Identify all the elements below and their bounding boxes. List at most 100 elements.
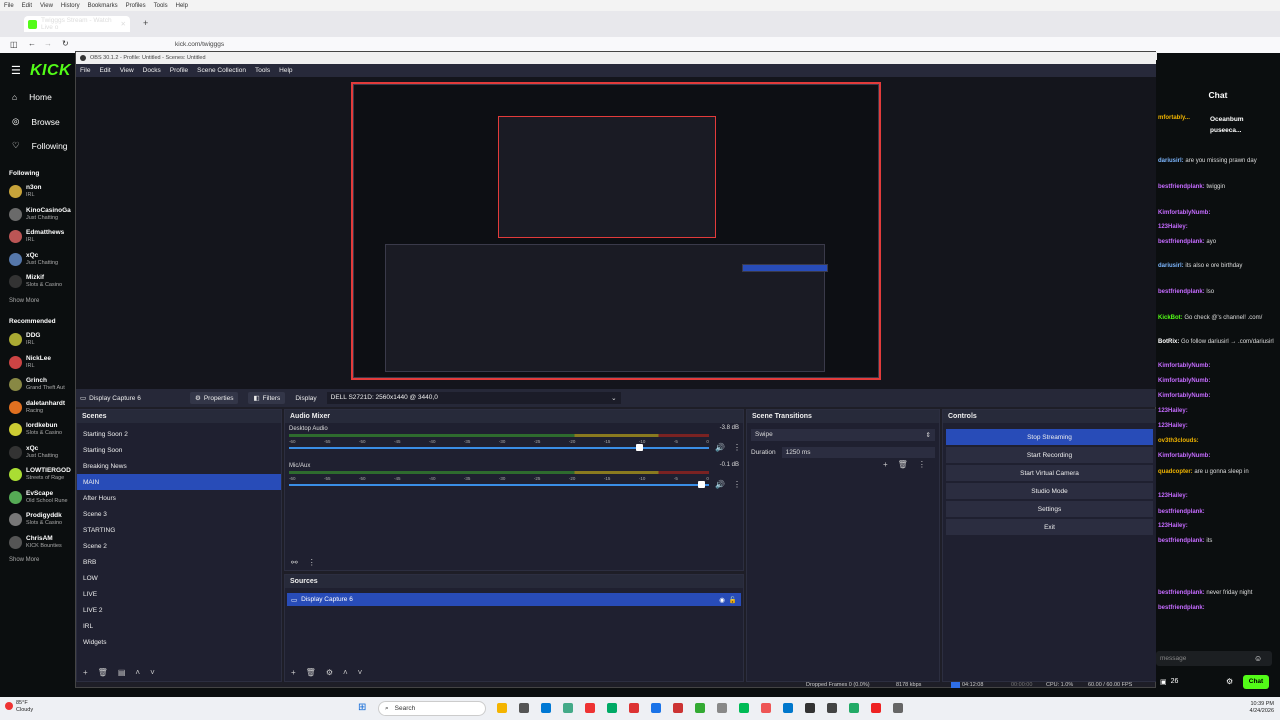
scene-item[interactable]: STARTING xyxy=(77,522,281,538)
chat-username[interactable]: dariusirl: xyxy=(1158,263,1184,269)
close-tab-icon[interactable]: ✕ xyxy=(121,20,126,28)
chat-username[interactable]: bestfriendplank: xyxy=(1158,605,1205,611)
chat-username[interactable]: 123Hailey: xyxy=(1158,523,1188,529)
remove-source-icon[interactable]: 🗑 xyxy=(306,668,316,677)
taskbar-app-icon[interactable] xyxy=(629,703,639,713)
scene-item[interactable]: Scene 3 xyxy=(77,506,281,522)
speaker-icon[interactable]: 🔊 xyxy=(715,443,725,452)
nav-browse[interactable]: ◎ Browse xyxy=(12,116,60,127)
taskbar-app-icon[interactable] xyxy=(783,703,793,713)
new-tab-icon[interactable]: + xyxy=(143,18,148,28)
obs-menu-item[interactable]: Help xyxy=(279,67,292,74)
taskbar-app-icon[interactable] xyxy=(827,703,837,713)
filters-button[interactable]: ◧ Filters xyxy=(248,392,286,404)
source-item[interactable]: ▭ Display Capture 6 ◉ 🔓 xyxy=(287,593,741,606)
followed-channel[interactable]: n3on IRL xyxy=(9,184,42,199)
add-source-icon[interactable]: + xyxy=(291,668,296,677)
chat-username[interactable]: KickBot: xyxy=(1158,315,1183,321)
followed-channel[interactable]: xQc Just Chatting xyxy=(9,252,58,267)
chat-username[interactable]: KimfortablyNumb: xyxy=(1158,393,1210,399)
channel-menu-icon[interactable]: ⋮ xyxy=(733,480,741,489)
remove-scene-icon[interactable]: 🗑 xyxy=(98,668,108,677)
obs-menu-item[interactable]: Scene Collection xyxy=(197,67,246,74)
recommended-channel[interactable]: EvScape Old School Rune xyxy=(9,490,68,505)
scene-item[interactable]: MAIN xyxy=(77,474,281,490)
obs-preview[interactable] xyxy=(76,77,1157,389)
chat-username[interactable]: bestfriendplank: xyxy=(1158,509,1205,515)
scene-item[interactable]: IRL xyxy=(77,618,281,634)
chat-username[interactable]: 123Hailey: xyxy=(1158,423,1188,429)
scene-filters-icon[interactable]: ▤ xyxy=(118,668,126,677)
chat-username[interactable]: KimfortablyNumb: xyxy=(1158,363,1210,369)
move-down-icon[interactable]: ˅ xyxy=(150,668,155,677)
chat-username[interactable]: KimfortablyNumb: xyxy=(1158,453,1210,459)
scene-item[interactable]: LIVE xyxy=(77,586,281,602)
taskbar-app-icon[interactable] xyxy=(805,703,815,713)
recommended-channel[interactable]: NickLee IRL xyxy=(9,355,51,370)
nav-home[interactable]: ⌂ Home xyxy=(12,92,52,102)
obs-menu-item[interactable]: Edit xyxy=(99,67,110,74)
remove-transition-icon[interactable]: 🗑 xyxy=(898,460,908,469)
followed-channel[interactable]: Edmatthews IRL xyxy=(9,229,64,244)
chat-username[interactable]: bestfriendplank: xyxy=(1158,538,1205,544)
reload-icon[interactable]: ↻ xyxy=(62,39,69,48)
sidebar-icon[interactable]: ◫ xyxy=(10,40,18,49)
mixer-menu-icon[interactable]: ⋮ xyxy=(308,558,316,567)
browser-menu-item[interactable]: File xyxy=(4,3,14,9)
emote-icon[interactable]: ☺ xyxy=(1254,654,1262,663)
recommended-channel[interactable]: ChrisAM KICK Bounties xyxy=(9,535,62,550)
recommended-channel[interactable]: DDG IRL xyxy=(9,332,40,347)
taskbar-app-icon[interactable] xyxy=(761,703,771,713)
taskbar-app-icon[interactable] xyxy=(519,703,529,713)
obs-menu-item[interactable]: File xyxy=(80,67,90,74)
lock-icon[interactable]: 🔓 xyxy=(729,596,737,604)
chat-username[interactable]: ov3th3clouds: xyxy=(1158,438,1199,444)
move-up-icon[interactable]: ˄ xyxy=(135,668,140,677)
link-icon[interactable]: ⚯ xyxy=(291,558,298,567)
chat-username[interactable]: bestfriendplank: xyxy=(1158,289,1205,295)
browser-tab[interactable]: Twigggs Stream - Watch Live o ✕ xyxy=(24,16,130,32)
chat-username[interactable]: BotRix: xyxy=(1158,339,1179,345)
obs-menu-item[interactable]: Tools xyxy=(255,67,270,74)
chat-username[interactable]: 123Hailey: xyxy=(1158,408,1188,414)
volume-knob[interactable] xyxy=(697,481,705,488)
url-text[interactable]: kick.com/twigggs xyxy=(175,41,224,48)
show-more-link[interactable]: Show More xyxy=(9,298,39,304)
clock[interactable]: 10:39 PM 4/24/2026 xyxy=(1232,701,1274,715)
taskbar-app-icon[interactable] xyxy=(585,703,595,713)
chat-username[interactable]: 123Hailey: xyxy=(1158,493,1188,499)
duration-input[interactable]: 1250 ms xyxy=(781,447,935,458)
scene-item[interactable]: LIVE 2 xyxy=(77,602,281,618)
chat-username[interactable]: dariusirl: xyxy=(1158,158,1184,164)
weather-widget[interactable]: 85°F Cloudy xyxy=(16,700,33,714)
source-settings-icon[interactable]: ⚙ xyxy=(326,668,333,677)
display-capture-preview[interactable] xyxy=(351,82,881,380)
chat-username[interactable]: bestfriendplank: xyxy=(1158,239,1205,245)
followed-channel[interactable]: KinoCasinoGa Just Chatting xyxy=(9,207,71,222)
taskbar-app-icon[interactable] xyxy=(607,703,617,713)
taskbar-app-icon[interactable] xyxy=(541,703,551,713)
taskbar-app-icon[interactable] xyxy=(893,703,903,713)
chat-username[interactable]: bestfriendplank: xyxy=(1158,590,1205,596)
taskbar-app-icon[interactable] xyxy=(695,703,705,713)
settings-button[interactable]: Settings xyxy=(946,501,1153,517)
browser-menu-item[interactable]: History xyxy=(61,3,80,9)
browser-menu-item[interactable]: Bookmarks xyxy=(88,3,118,9)
volume-slider[interactable] xyxy=(289,444,709,451)
add-scene-icon[interactable]: + xyxy=(83,668,88,677)
taskbar-app-icon[interactable] xyxy=(739,703,749,713)
chat-username[interactable]: bestfriendplank: xyxy=(1158,184,1205,190)
taskbar-app-icon[interactable] xyxy=(871,703,881,713)
browser-menu-item[interactable]: Tools xyxy=(154,3,168,9)
transition-menu-icon[interactable]: ⋮ xyxy=(918,460,926,469)
recommended-channel[interactable]: Grinch Grand Theft Aut xyxy=(9,377,65,392)
scene-item[interactable]: Starting Soon xyxy=(77,442,281,458)
browser-menu-item[interactable]: Help xyxy=(176,3,188,9)
browser-menu-item[interactable]: View xyxy=(40,3,53,9)
chat-username[interactable]: mfortably... xyxy=(1158,115,1190,121)
nav-following[interactable]: ♡ Following xyxy=(12,140,68,151)
scene-item[interactable]: LOW xyxy=(77,570,281,586)
kick-logo[interactable]: KICK xyxy=(30,62,71,80)
chat-username[interactable]: KimfortablyNumb: xyxy=(1158,210,1210,216)
studio-mode-button[interactable]: Studio Mode xyxy=(946,483,1153,499)
